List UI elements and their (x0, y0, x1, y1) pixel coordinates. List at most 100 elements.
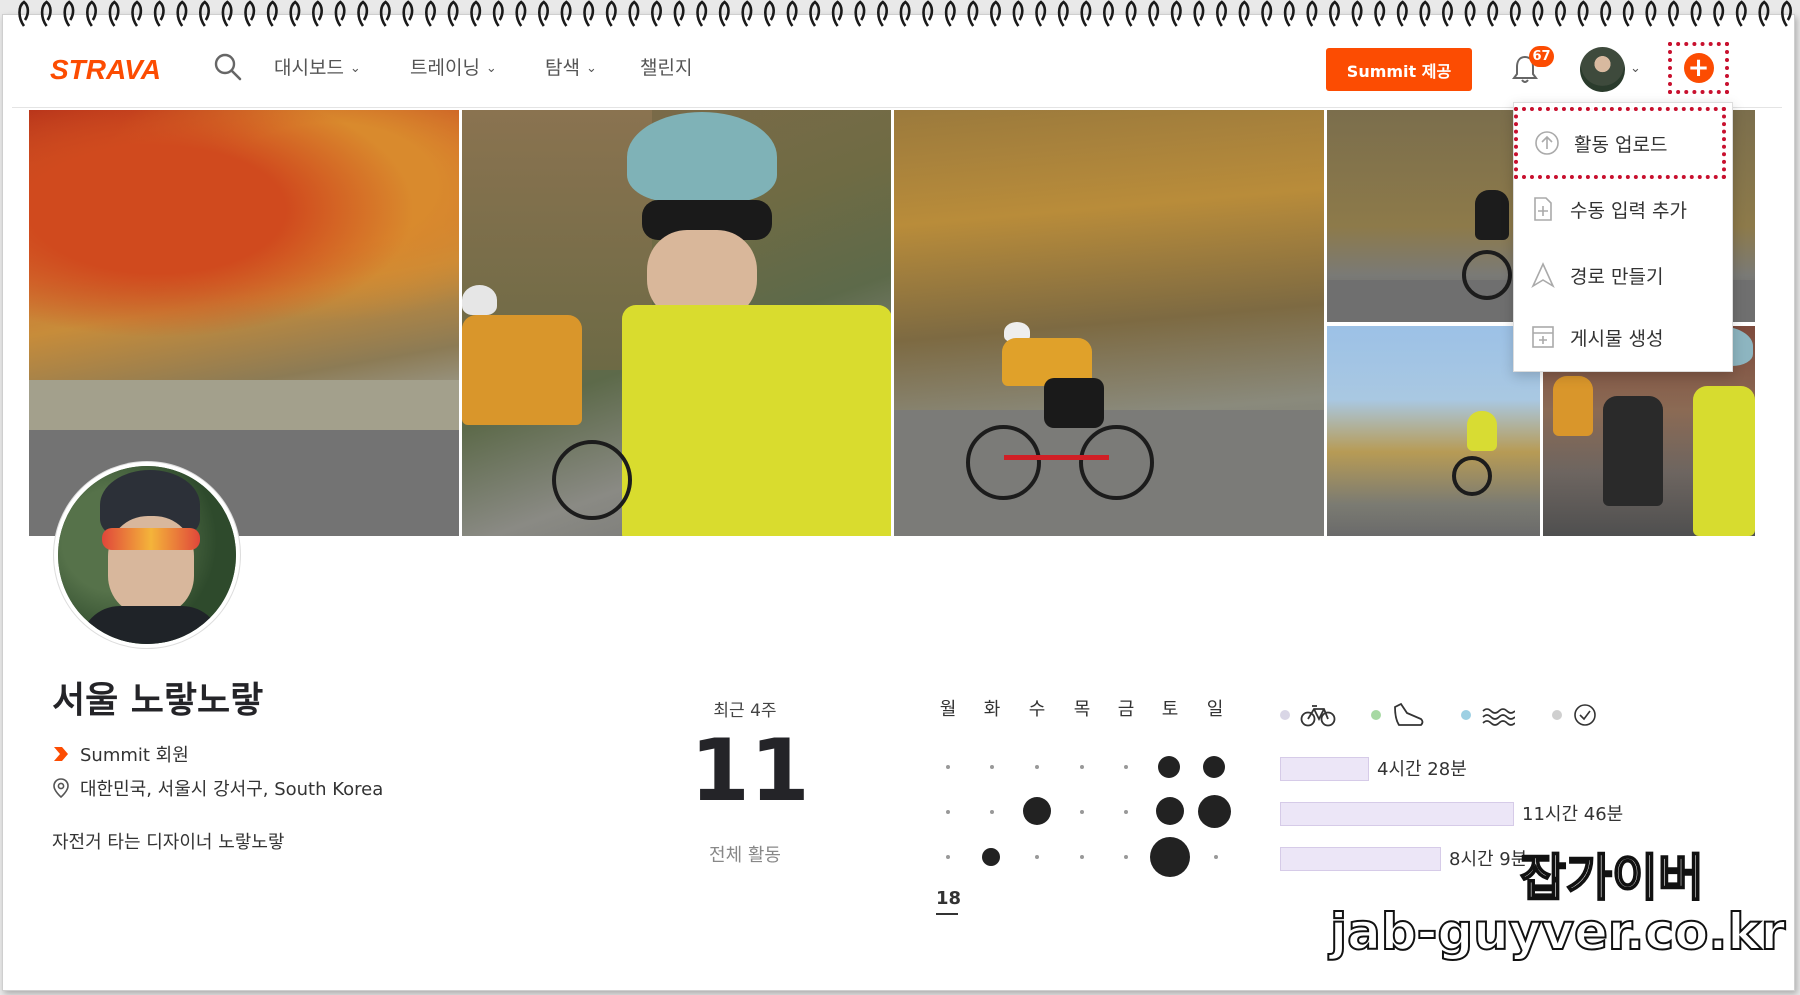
activity-dot[interactable] (1198, 795, 1231, 828)
spiral-coil (628, 0, 640, 27)
activity-dot[interactable] (1158, 756, 1180, 778)
location-label: 대한민국, 서울시 강서구, South Korea (80, 779, 384, 800)
summit-offer-button[interactable]: Summit 제공 (1326, 48, 1472, 91)
spiral-coil (786, 0, 798, 27)
activity-dot (1080, 810, 1084, 814)
sport-filter-other[interactable] (1552, 700, 1598, 730)
spiral-coil (1532, 0, 1544, 27)
spiral-coil (1351, 0, 1363, 27)
spiral-coil (1713, 0, 1725, 27)
spiral-coil (312, 0, 323, 27)
activity-dot[interactable] (1156, 797, 1184, 825)
nav-dashboard[interactable]: 대시보드 ⌄ (274, 53, 361, 80)
duration-label: 11시간 46분 (1522, 804, 1624, 825)
upload-activity-item[interactable]: 활동 업로드 (1514, 107, 1726, 179)
spiral-coil (176, 0, 188, 27)
weekday-sat: 토 (1161, 699, 1179, 720)
spiral-coil (425, 0, 436, 27)
activity-dot[interactable] (982, 848, 1000, 866)
spiral-coil (1057, 0, 1069, 27)
weekday-wed: 수 (1028, 699, 1046, 720)
create-route-item[interactable]: 경로 만들기 (1514, 245, 1734, 305)
spiral-coil (1306, 0, 1318, 27)
summit-chevron-icon (54, 747, 68, 761)
cover-photo-5[interactable] (1327, 326, 1540, 536)
activity-dot (1124, 810, 1128, 814)
spiral-coil (1261, 0, 1273, 27)
spiral-coil (1442, 0, 1453, 27)
spiral-coil (583, 0, 595, 27)
sport-filter-run[interactable] (1371, 700, 1425, 730)
activity-dot (1124, 765, 1128, 769)
spiral-coil (1193, 0, 1205, 27)
add-activity-button[interactable]: + (1668, 42, 1729, 94)
weekday-thu: 목 (1073, 699, 1091, 720)
spiral-coil (1464, 0, 1476, 27)
activity-dot (1214, 855, 1218, 859)
spiral-coil (266, 0, 278, 27)
spiral-coil (1577, 0, 1589, 27)
spiral-coil (1419, 0, 1431, 27)
sport-filter-swim[interactable] (1461, 700, 1515, 730)
manual-entry-item[interactable]: 수동 입력 추가 (1514, 179, 1734, 239)
activity-dot (1080, 855, 1084, 859)
nav-explore-label: 탐색 (545, 57, 580, 79)
profile-avatar[interactable] (54, 462, 240, 648)
time-icon (1574, 704, 1596, 726)
search-icon[interactable] (213, 52, 243, 82)
activity-dot (1124, 855, 1128, 859)
activity-dot[interactable] (1150, 837, 1190, 877)
nav-explore[interactable]: 탐색 ⌄ (545, 53, 597, 80)
watermark-title: 잡가이버 (1519, 848, 1705, 908)
spiral-coil (696, 0, 708, 27)
nav-challenges[interactable]: 챌린지 (640, 53, 692, 80)
location-pin-icon (53, 778, 69, 798)
spiral-coil (1690, 0, 1702, 27)
activity-count: 11 (690, 721, 810, 821)
create-post-item[interactable]: 게시물 생성 (1514, 307, 1734, 367)
upload-icon (1534, 130, 1560, 156)
spiral-coil (1216, 0, 1227, 27)
spiral-coil (651, 0, 662, 27)
watermark-url: jab-guyver.co.kr (1329, 902, 1786, 962)
activity-dot[interactable] (1203, 756, 1225, 778)
spiral-coil (673, 0, 685, 27)
activity-dot (1080, 765, 1084, 769)
spiral-coil (1758, 0, 1770, 27)
strava-logo[interactable]: STRAVA (50, 54, 185, 84)
chevron-down-icon[interactable]: ⌄ (1630, 61, 1641, 76)
spiral-coil (1374, 0, 1386, 27)
manual-entry-label: 수동 입력 추가 (1570, 199, 1687, 222)
cover-photo-2[interactable] (462, 110, 891, 536)
spiral-coil (470, 0, 482, 27)
duration-label: 8시간 9분 (1449, 849, 1528, 870)
location-row: 대한민국, 서울시 강서구, South Korea (52, 775, 383, 801)
spiral-coil (1080, 0, 1092, 27)
cover-photo-3[interactable] (894, 110, 1324, 536)
nav-training[interactable]: 트레이닝 ⌄ (410, 53, 497, 80)
activity-dot (1035, 765, 1039, 769)
spiral-coil (221, 0, 233, 27)
spiral-binding (18, 0, 1792, 27)
weekday-mon: 월 (939, 699, 957, 720)
activity-dot (946, 855, 950, 859)
sport-filter-ride[interactable] (1280, 700, 1336, 730)
activity-dot[interactable] (1023, 797, 1051, 825)
route-icon (1530, 262, 1556, 288)
spiral-coil (334, 0, 346, 27)
create-post-label: 게시물 생성 (1570, 327, 1664, 350)
spiral-coil (764, 0, 775, 27)
nav-avatar[interactable] (1580, 47, 1625, 92)
activity-dot (990, 810, 994, 814)
duration-bar (1280, 757, 1369, 781)
spiral-coil (1645, 0, 1657, 27)
spiral-coil (108, 0, 120, 27)
spiral-coil (831, 0, 843, 27)
spiral-coil (718, 0, 730, 27)
spiral-coil (515, 0, 527, 27)
spiral-coil (63, 0, 75, 27)
membership-label: Summit 회원 (80, 745, 189, 766)
activity-dot (1035, 855, 1039, 859)
spiral-coil (492, 0, 504, 27)
sport-dot (1371, 710, 1381, 720)
